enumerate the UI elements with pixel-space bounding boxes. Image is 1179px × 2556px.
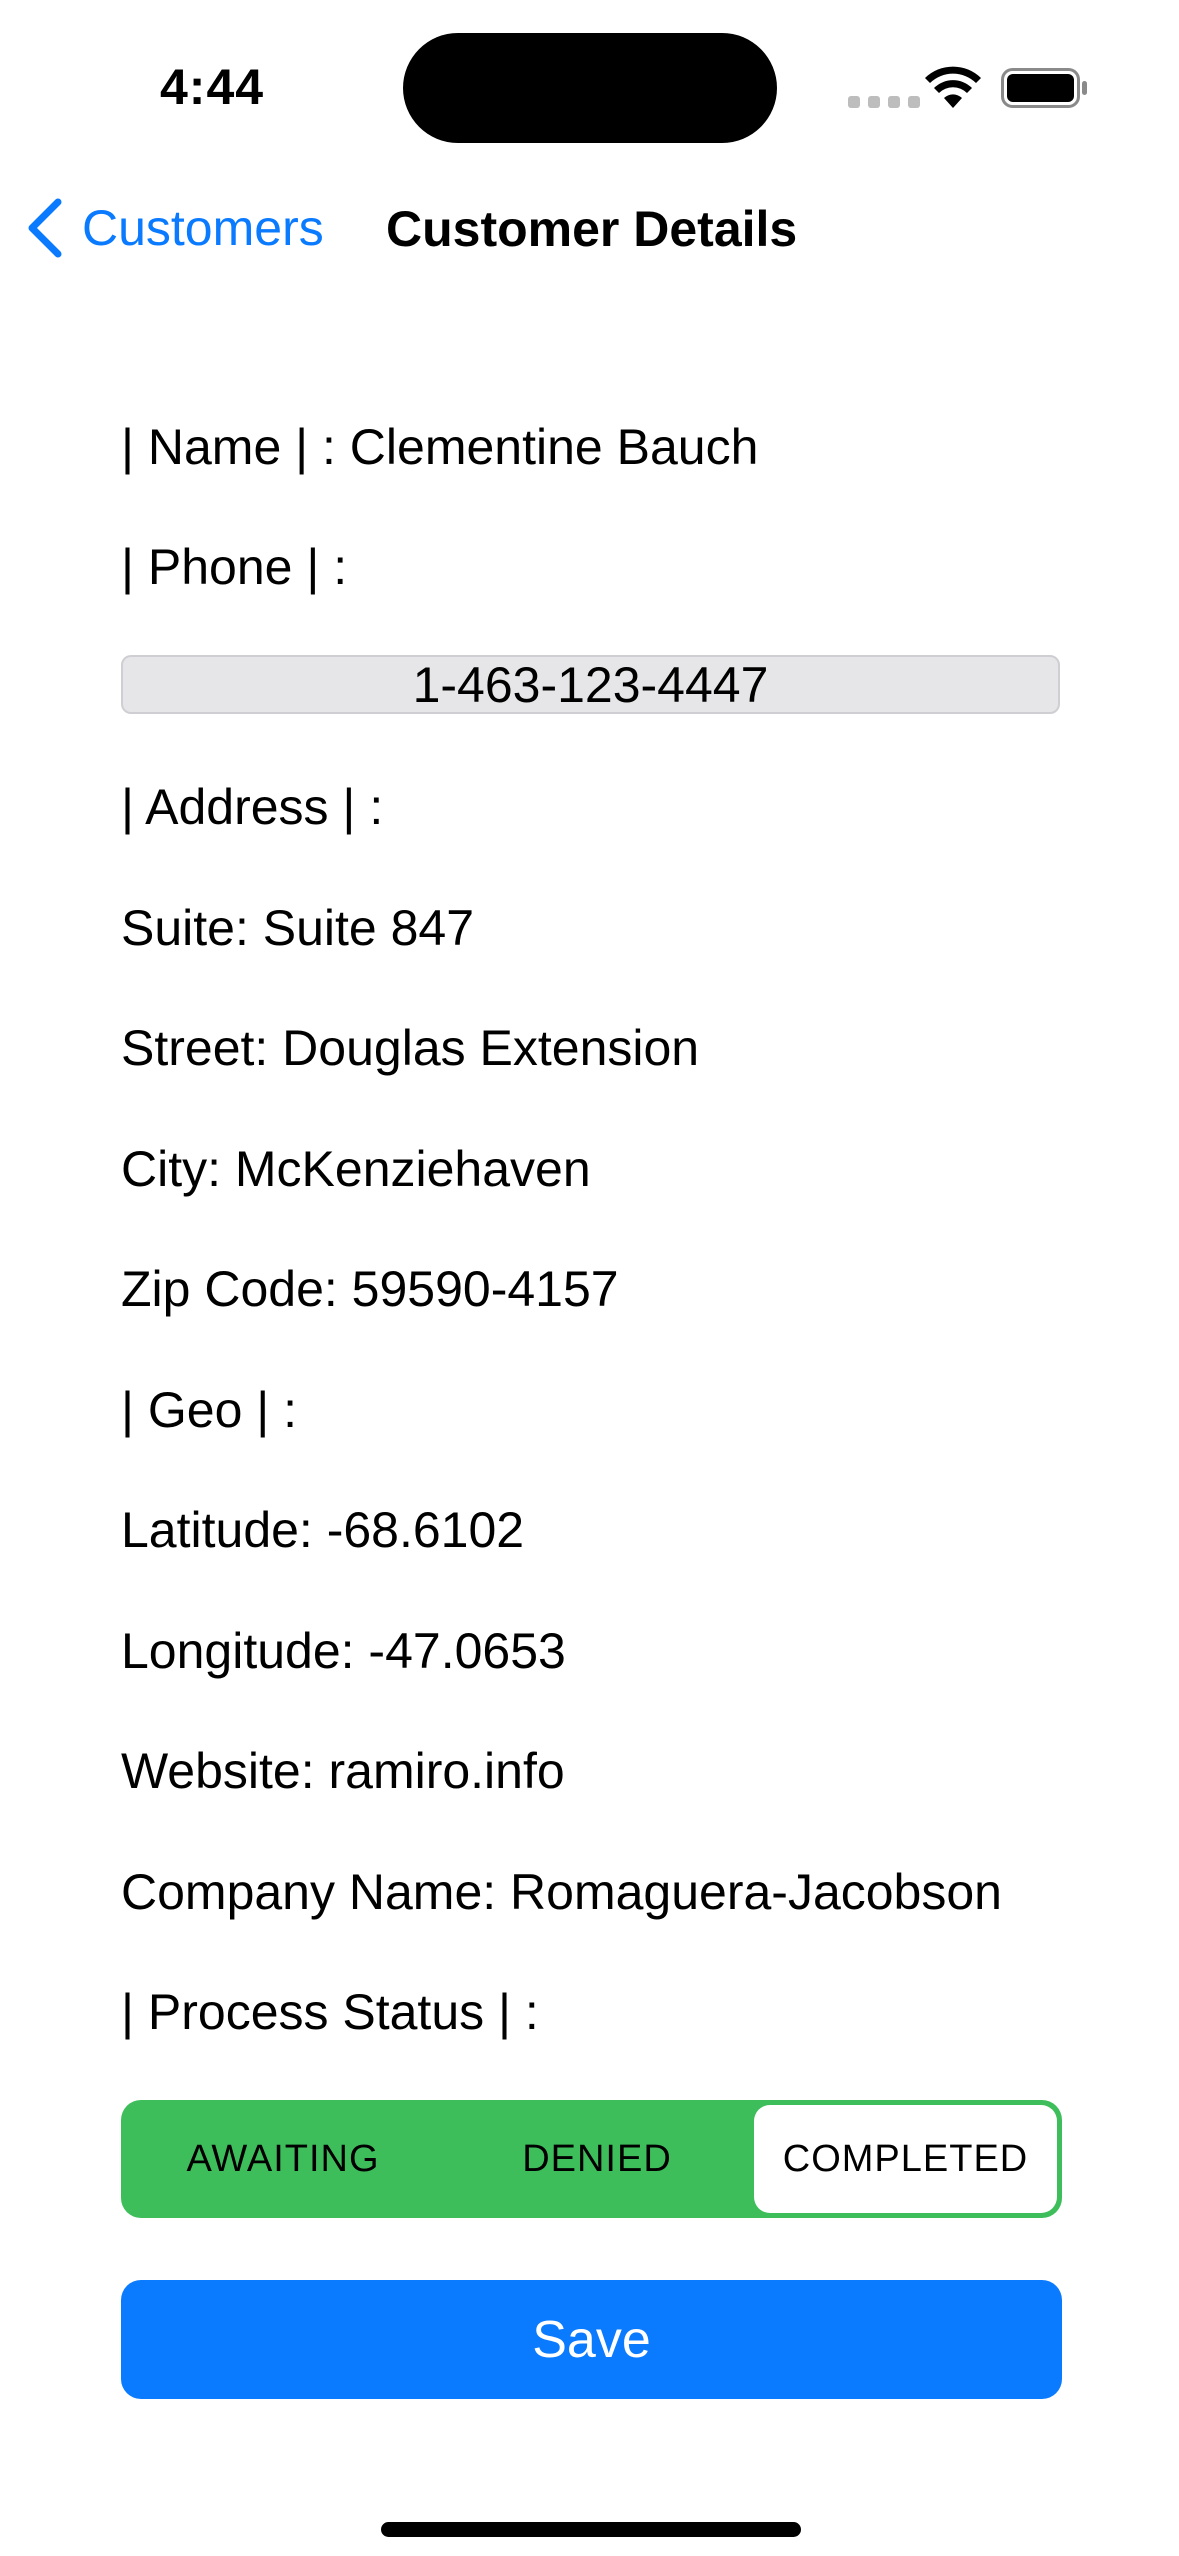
save-button[interactable]: Save xyxy=(121,2280,1062,2399)
latitude-text: Latitude: -68.6102 xyxy=(121,1502,525,1558)
segment-completed[interactable]: COMPLETED xyxy=(754,2105,1057,2213)
company-name-text: Company Name: Romaguera-Jacobson xyxy=(121,1864,1002,1920)
phone-field[interactable] xyxy=(121,655,1060,714)
back-button[interactable]: Customers xyxy=(22,196,324,260)
website-text: Website: ramiro.info xyxy=(121,1743,565,1799)
battery-icon xyxy=(1001,68,1087,108)
back-button-label: Customers xyxy=(82,200,324,256)
status-time: 4:44 xyxy=(160,59,265,115)
geo-label: | Geo | : xyxy=(121,1382,298,1438)
page-title: Customer Details xyxy=(386,201,798,257)
process-status-label: | Process Status | : xyxy=(121,1984,539,2040)
street-text: Street: Douglas Extension xyxy=(121,1020,700,1076)
process-status-control: AWAITING DENIED COMPLETED xyxy=(121,2100,1062,2218)
zip-code-text: Zip Code: 59590-4157 xyxy=(121,1261,619,1317)
home-indicator[interactable] xyxy=(381,2522,801,2537)
segment-awaiting[interactable]: AWAITING xyxy=(126,2105,440,2213)
dynamic-island xyxy=(403,33,777,143)
city-text: City: McKenziehaven xyxy=(121,1141,591,1197)
phone-label: | Phone | : xyxy=(121,539,348,595)
wifi-icon xyxy=(925,66,981,108)
segment-denied[interactable]: DENIED xyxy=(440,2105,754,2213)
suite-text: Suite: Suite 847 xyxy=(121,900,475,956)
cellular-signal-icon xyxy=(848,96,920,108)
address-label: | Address | : xyxy=(121,779,384,835)
longitude-text: Longitude: -47.0653 xyxy=(121,1623,566,1679)
name-text: | Name | : Clementine Bauch xyxy=(121,419,759,475)
chevron-left-icon xyxy=(28,198,62,258)
